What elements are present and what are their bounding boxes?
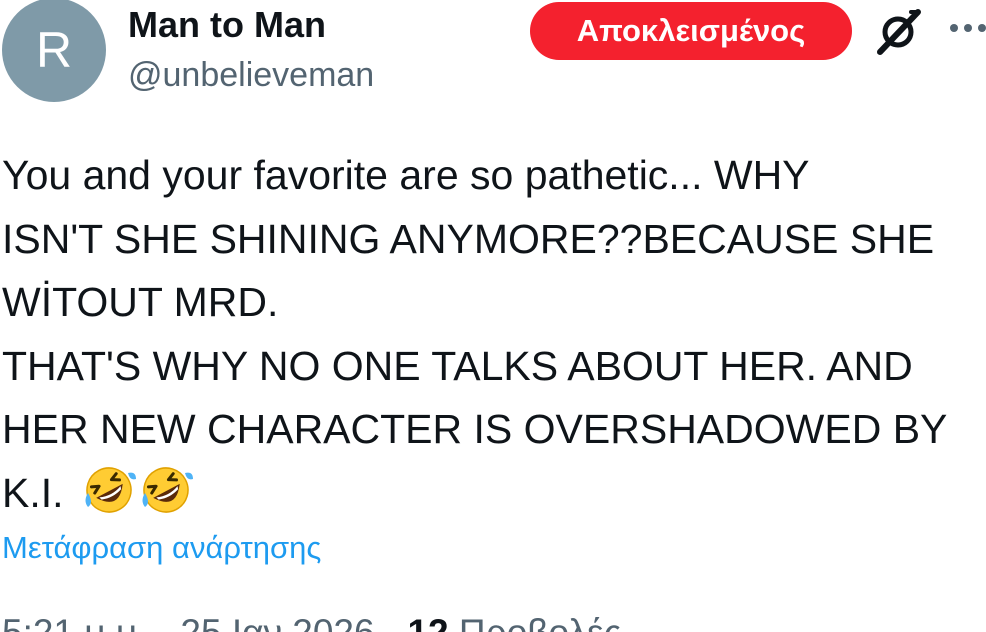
post-text-line: You and your favorite are so pathetic...… (2, 152, 810, 198)
post-date[interactable]: 25 Ιαν 2026 (180, 612, 374, 632)
post-text-line: WİTOUT MRD. (2, 279, 279, 325)
post-text: You and your favorite are so pathetic...… (2, 144, 986, 525)
meta-separator: · (158, 612, 170, 632)
post-text-line: THAT'S WHY NO ONE TALKS ABOUT HER. AND (2, 342, 913, 389)
views-label: Προβολές (459, 612, 621, 632)
post-text-line: ISN'T SHE SHINING ANYMORE??BECAUSE SHE (2, 215, 935, 262)
display-name[interactable]: Man to Man (128, 4, 326, 46)
tweet: R Man to Man @unbelieveman Αποκλεισμένος… (0, 0, 986, 632)
post-text-line: HER NEW CHARACTER IS OVERSHADOWED BY (2, 406, 948, 452)
rolling-laughing-emoji-icon (85, 466, 136, 513)
emoji-group (64, 466, 193, 516)
views-count: 12 (407, 612, 448, 632)
post-meta: 5:21 μ.μ. · 25 Ιαν 2026 · 12 Προβολές (2, 612, 621, 632)
post-text-last-line: K.I. (2, 462, 986, 526)
rolling-laughing-emoji-icon (142, 466, 193, 513)
avatar-letter: R (35, 22, 73, 78)
meta-separator: · (385, 612, 397, 632)
translate-post-link[interactable]: Μετάφραση ανάρτησης (2, 530, 321, 566)
grok-slash-icon[interactable] (874, 8, 922, 56)
more-dots-icon[interactable] (948, 16, 986, 40)
post-time[interactable]: 5:21 μ.μ. (2, 612, 148, 632)
blocked-button[interactable]: Αποκλεισμένος (530, 2, 852, 60)
user-handle[interactable]: @unbelieveman (128, 56, 374, 95)
post-text-line: K.I. (2, 469, 64, 516)
avatar[interactable]: R (2, 0, 106, 102)
